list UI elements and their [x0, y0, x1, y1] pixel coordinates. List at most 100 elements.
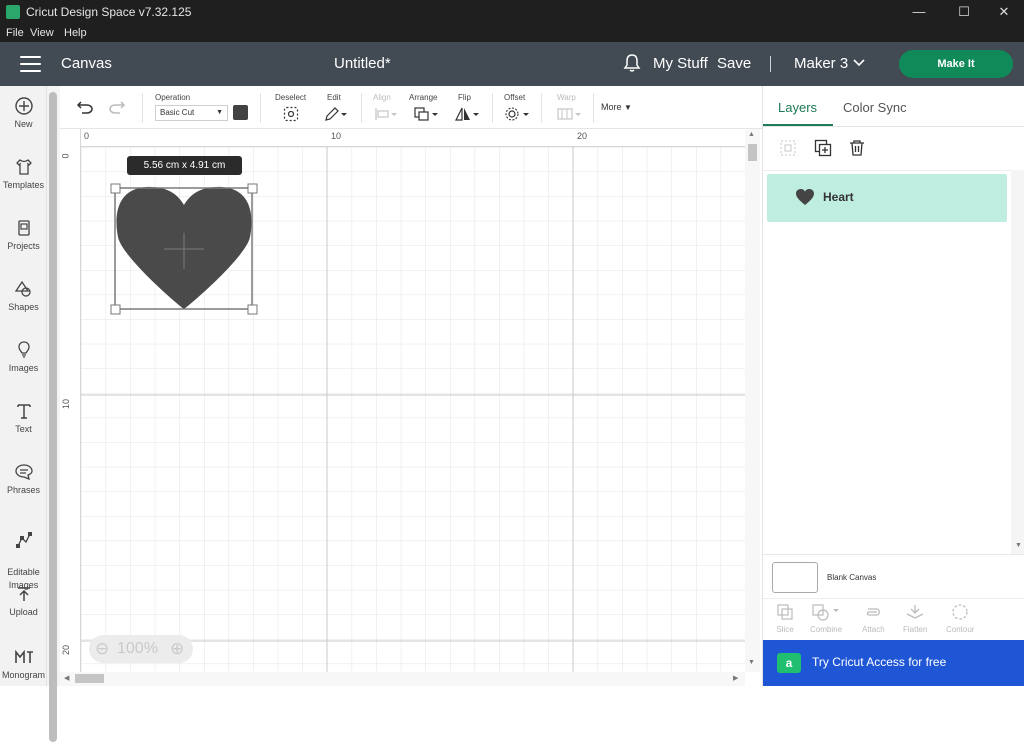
- header-divider: [770, 56, 771, 72]
- duplicate-icon[interactable]: [814, 139, 832, 162]
- redo-icon[interactable]: [108, 99, 126, 120]
- deselect-icon[interactable]: [283, 106, 299, 127]
- zoom-in-icon[interactable]: ⊕: [170, 639, 184, 659]
- make-it-button[interactable]: Make It: [899, 50, 1013, 78]
- app-logo: [6, 5, 20, 19]
- arrange-icon[interactable]: [413, 106, 439, 127]
- menu-help[interactable]: Help: [64, 27, 87, 39]
- shapes-icon: [14, 280, 31, 297]
- scroll-down-icon[interactable]: ▼: [1015, 542, 1022, 549]
- sidebar-item-new[interactable]: New: [0, 96, 47, 129]
- toolbar-divider: [361, 93, 362, 123]
- toolbar-divider: [142, 93, 143, 123]
- contour-icon: [952, 604, 968, 620]
- ruler-label: 20: [577, 131, 588, 141]
- slice-button[interactable]: Slice: [776, 603, 794, 634]
- ruler-label: 0: [84, 131, 90, 141]
- layer-item[interactable]: Heart: [767, 174, 1007, 222]
- save-button[interactable]: Save: [717, 55, 751, 72]
- offset-label: Offset: [504, 93, 526, 102]
- layers-list: Heart: [763, 170, 1024, 554]
- align-label: Align: [373, 93, 391, 102]
- sidebar-item-phrases[interactable]: Phrases: [0, 462, 47, 495]
- section-title: Canvas: [61, 55, 112, 72]
- hamburger-menu-icon[interactable]: [20, 56, 41, 72]
- flip-icon[interactable]: [454, 106, 480, 127]
- flatten-button[interactable]: Flatten: [903, 603, 927, 634]
- my-stuff-link[interactable]: My Stuff: [653, 55, 708, 72]
- operation-select[interactable]: Basic Cut ▼: [155, 105, 228, 121]
- blank-canvas-swatch[interactable]: [772, 562, 818, 593]
- maximize-button[interactable]: ☐: [944, 2, 984, 22]
- sidebar-item-text[interactable]: Text: [0, 401, 47, 434]
- images-icon: [17, 341, 30, 358]
- deselect-label: Deselect: [275, 93, 307, 102]
- contour-label: Contour: [946, 625, 975, 634]
- tab-layers[interactable]: Layers: [778, 100, 817, 115]
- machine-select[interactable]: Maker 3: [794, 55, 848, 72]
- toolbar-divider: [260, 93, 261, 123]
- sidebar-item-shapes[interactable]: Shapes: [0, 279, 47, 312]
- canvas-grid: [81, 147, 745, 672]
- heart-icon: [795, 188, 815, 211]
- operation-color-swatch[interactable]: [233, 105, 248, 120]
- contour-button[interactable]: Contour: [946, 603, 974, 634]
- minimize-button[interactable]: —: [899, 2, 939, 22]
- align-icon[interactable]: [374, 107, 398, 126]
- more-menu[interactable]: More ▼: [601, 102, 632, 112]
- sidebar-item-templates[interactable]: Templates: [0, 157, 47, 190]
- arrange-label: Arrange: [409, 93, 438, 102]
- blank-canvas-row[interactable]: Blank Canvas: [763, 554, 1024, 598]
- sidebar-item-label: Upload: [9, 607, 38, 617]
- attach-button[interactable]: Attach: [862, 603, 885, 634]
- menu-view[interactable]: View: [30, 27, 54, 39]
- cricut-access-logo: a: [777, 653, 801, 673]
- document-title[interactable]: Untitled*: [334, 55, 391, 72]
- scroll-right-icon[interactable]: ▶: [733, 674, 738, 682]
- scroll-left-icon[interactable]: ◀: [64, 674, 69, 682]
- scroll-up-icon[interactable]: ▲: [748, 131, 755, 138]
- projects-icon: [17, 220, 30, 236]
- sidebar-item-label: Images: [8, 363, 39, 373]
- toolbar-divider: [593, 93, 594, 123]
- menu-file[interactable]: File: [6, 27, 24, 39]
- monogram-icon: [14, 649, 33, 663]
- tab-color-sync[interactable]: Color Sync: [843, 100, 907, 115]
- sidebar-item-editable-images[interactable]: Editable Images: [0, 517, 47, 592]
- close-button[interactable]: ✕: [984, 2, 1024, 22]
- group-icon[interactable]: [779, 139, 797, 162]
- cricut-access-banner[interactable]: a Try Cricut Access for free: [763, 640, 1024, 686]
- operation-label: Operation: [155, 93, 191, 102]
- combine-button[interactable]: Combine: [810, 603, 842, 634]
- canvas-horizontal-scrollbar[interactable]: ◀ ▶: [60, 672, 745, 686]
- design-canvas[interactable]: [60, 129, 745, 672]
- warp-icon[interactable]: [556, 106, 582, 127]
- sidebar-item-monogram[interactable]: Monogram: [0, 647, 47, 680]
- sidebar-item-label: Shapes: [8, 302, 39, 312]
- flip-label: Flip: [458, 93, 471, 102]
- sidebar-item-projects[interactable]: Projects: [0, 218, 47, 251]
- undo-icon[interactable]: [76, 99, 94, 120]
- sidebar-item-label: Phrases: [6, 485, 41, 495]
- sidebar-item-upload[interactable]: Upload: [0, 584, 47, 617]
- combine-icon: [812, 604, 839, 621]
- layers-scrollbar[interactable]: ▼: [1011, 170, 1024, 554]
- scroll-down-icon[interactable]: ▼: [748, 659, 755, 666]
- ruler-label: 20: [61, 644, 72, 656]
- zoom-out-icon[interactable]: ⊖: [95, 639, 109, 659]
- access-banner-label: Try Cricut Access for free: [812, 655, 947, 669]
- notifications-bell-icon[interactable]: [623, 53, 641, 78]
- chevron-down-icon[interactable]: [852, 55, 866, 74]
- sidebar-item-images[interactable]: Images: [0, 340, 47, 373]
- vertical-ruler: 0 10 20: [60, 129, 81, 672]
- flatten-icon: [906, 605, 924, 619]
- offset-icon[interactable]: [504, 106, 530, 127]
- canvas-vertical-scrollbar[interactable]: ▲ ▼: [745, 129, 760, 672]
- toolbar-divider: [541, 93, 542, 123]
- delete-icon[interactable]: [848, 139, 866, 162]
- new-icon: [14, 97, 33, 115]
- layers-panel: Layers Color Sync Heart ▼ Blank Canvas S…: [762, 86, 1024, 686]
- sidebar-scrollbar[interactable]: [47, 86, 60, 742]
- templates-icon: [15, 159, 32, 175]
- edit-pen-icon[interactable]: [324, 106, 348, 127]
